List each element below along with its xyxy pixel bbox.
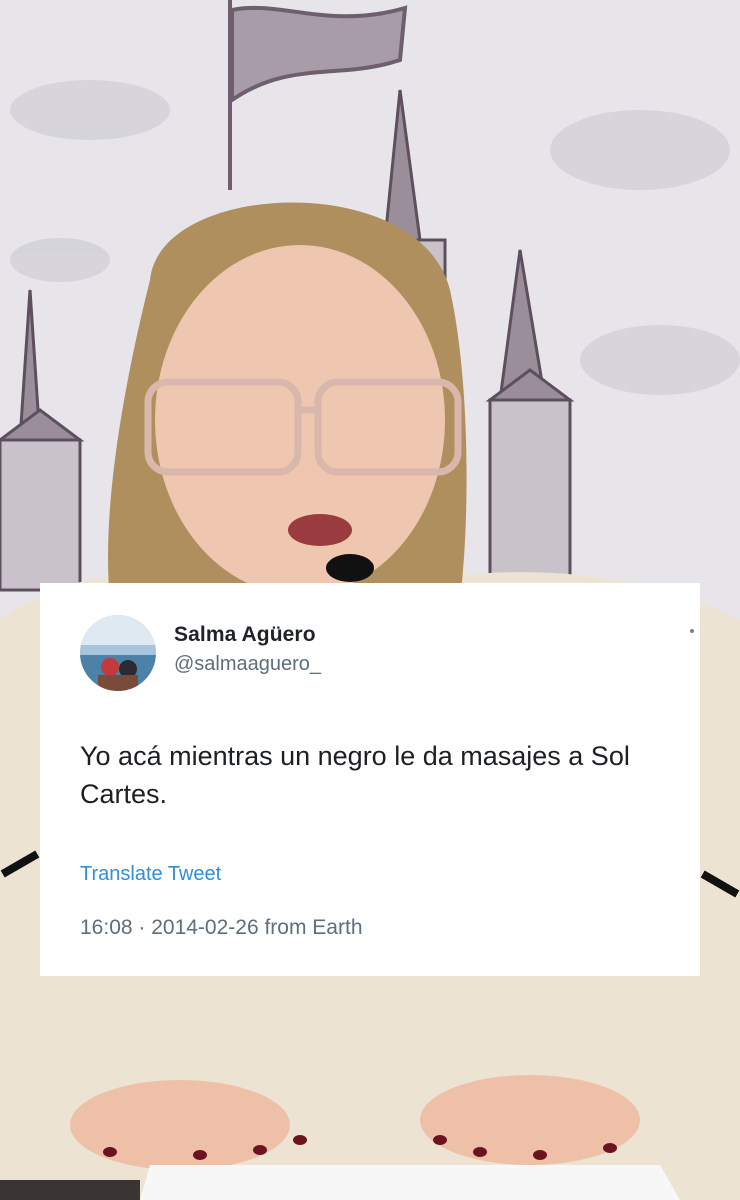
tweet-card: Salma Agüero @salmaaguero_ Yo acá mientr…	[40, 583, 700, 976]
user-handle[interactable]: @salmaaguero_	[174, 653, 321, 676]
mouth-shape	[288, 514, 352, 546]
tweet-text: Yo acá mientras un negro le da masajes a…	[80, 741, 630, 809]
translate-tweet-link[interactable]: Translate Tweet	[80, 863, 221, 886]
display-name[interactable]: Salma Agüero	[174, 623, 316, 647]
avatar[interactable]	[80, 615, 156, 691]
more-options-icon[interactable]	[690, 629, 694, 633]
desk-shape	[0, 1180, 140, 1200]
tweet-timestamp: 16:08 · 2014-02-26 from Earth	[80, 916, 363, 939]
paper-shape	[140, 1165, 680, 1200]
